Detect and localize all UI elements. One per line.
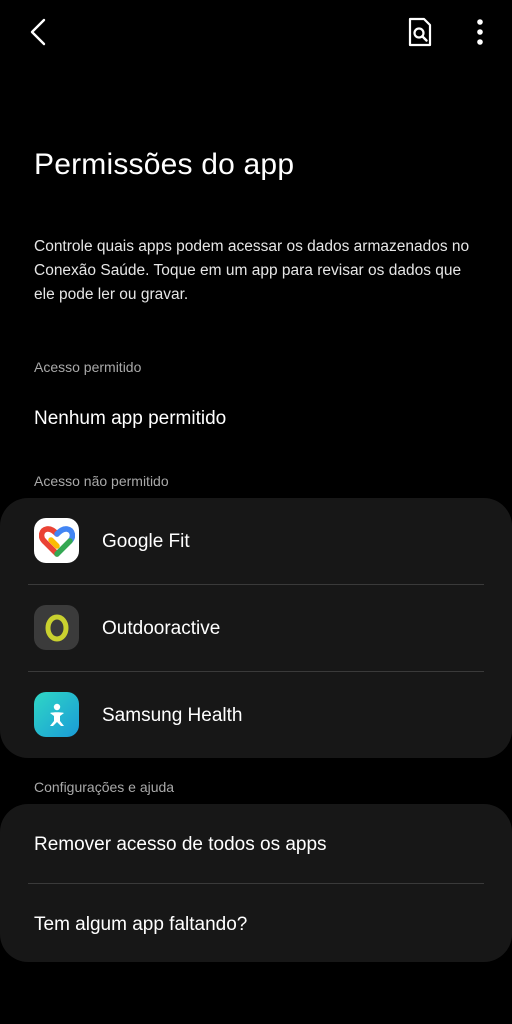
missing-app-item[interactable]: Tem algum app faltando? xyxy=(0,884,512,963)
setting-label: Remover acesso de todos os apps xyxy=(34,834,327,855)
app-name: Google Fit xyxy=(102,531,190,552)
google-fit-icon xyxy=(34,518,79,563)
section-header-settings: Configurações e ajuda xyxy=(34,779,175,795)
setting-label: Tem algum app faltando? xyxy=(34,914,248,935)
no-apps-allowed-text: Nenhum app permitido xyxy=(34,408,227,429)
settings-list: Remover acesso de todos os apps Tem algu… xyxy=(0,804,512,962)
back-button[interactable] xyxy=(18,12,58,52)
app-row-samsung-health[interactable]: Samsung Health xyxy=(0,672,512,758)
section-header-allowed: Acesso permitido xyxy=(34,359,142,375)
chevron-left-icon xyxy=(30,18,46,46)
app-name: Outdooractive xyxy=(102,618,221,639)
page-description: Controle quais apps podem acessar os dad… xyxy=(34,238,470,303)
more-vertical-icon xyxy=(477,19,483,45)
remove-all-access-item[interactable]: Remover acesso de todos os apps xyxy=(0,804,512,883)
app-row-google-fit[interactable]: Google Fit xyxy=(0,498,512,584)
search-in-page-button[interactable] xyxy=(400,12,440,52)
more-options-button[interactable] xyxy=(460,12,500,52)
top-app-bar xyxy=(0,0,512,64)
app-name: Samsung Health xyxy=(102,705,243,726)
app-row-outdooractive[interactable]: Outdooractive xyxy=(0,585,512,671)
denied-apps-list: Google Fit Outdooractive Samsung Health xyxy=(0,498,512,758)
search-page-icon xyxy=(408,17,432,47)
section-header-denied: Acesso não permitido xyxy=(34,473,169,489)
page-title: Permissões do app xyxy=(34,148,295,181)
samsung-health-icon xyxy=(34,692,79,737)
outdooractive-icon xyxy=(34,605,79,650)
